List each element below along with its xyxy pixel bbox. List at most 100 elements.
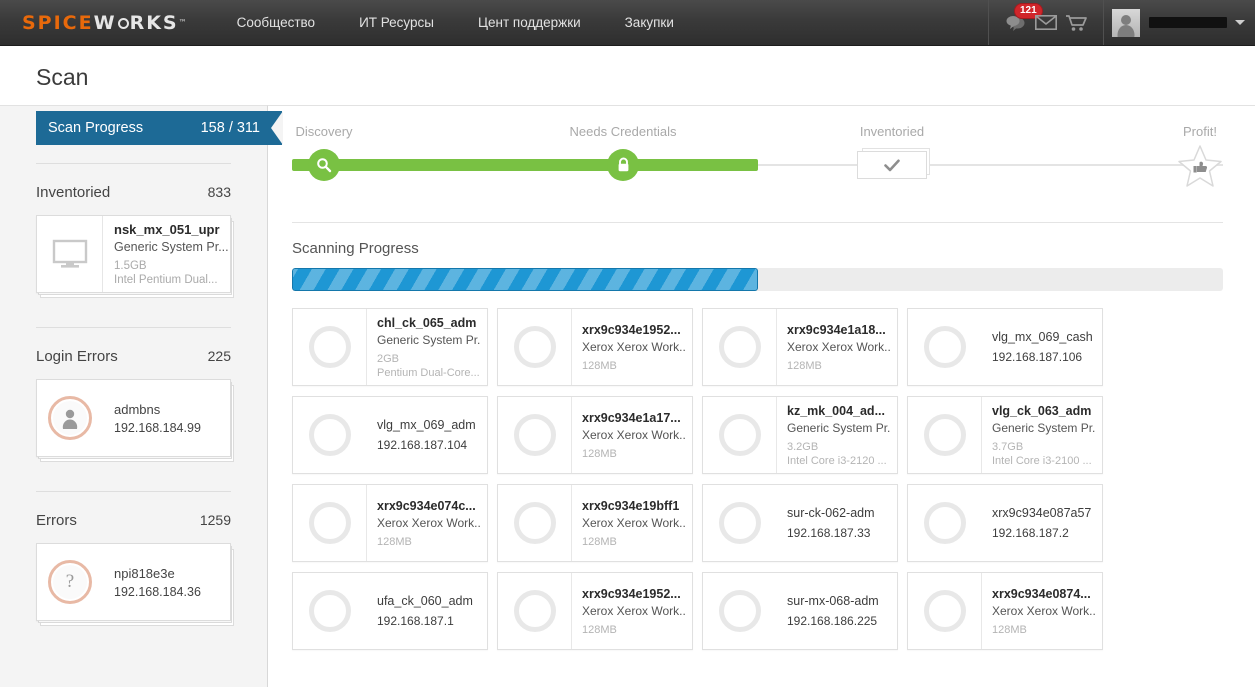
step-node-inventoried[interactable] [857,142,930,179]
avatar [1112,8,1140,37]
top-navigation-bar: SPICE W RKS ™ Сообщество ИТ Ресурсы Цент по… [0,0,1255,46]
device-name: ufa_ck_060_adm [377,594,473,609]
section-count-login-errors: 225 [207,348,231,364]
device-card[interactable]: xrx9c934e087a57 192.168.187.2 [907,484,1103,562]
login-errors-device-stack[interactable]: admbns 192.168.184.99 [36,379,234,462]
device-thumbnail [703,309,777,385]
nav-item-purchasing[interactable]: Закупки [603,0,696,45]
inventoried-card-info: nsk_mx_051_upr Generic System Pr... 1.5G… [103,222,229,286]
cart-icon[interactable] [1061,0,1091,45]
step-node-discovery[interactable] [308,142,340,181]
device-name: nsk_mx_051_upr [114,222,220,237]
device-card[interactable]: sur-mx-068-adm 192.168.186.225 [702,572,898,650]
errors-device-stack[interactable]: ? npi818e3e 192.168.184.36 [36,543,234,626]
error-card-info: npi818e3e 192.168.184.36 [103,566,201,599]
spiceworks-logo[interactable]: SPICE W RKS ™ [22,12,187,34]
chat-icon[interactable]: 121 [1001,0,1043,45]
section-label-inventoried: Inventoried [36,184,111,201]
device-ip: 192.168.187.104 [377,437,468,452]
device-thumbnail [498,309,572,385]
envelope-icon[interactable] [1031,0,1061,45]
device-ip: 192.168.187.33 [787,525,871,540]
nav-item-it-resources[interactable]: ИТ Ресурсы [337,0,456,45]
nav-item-community[interactable]: Сообщество [215,0,337,45]
device-type: Generic System Pr... [114,240,229,254]
nav-item-support-center[interactable]: Цент поддержки [456,0,603,45]
device-ip: 192.168.186.225 [787,613,878,628]
device-card[interactable]: vlg_mx_069_cash 192.168.187.106 [907,308,1103,386]
device-thumbnail [703,485,777,561]
section-label-errors: Errors [36,512,77,529]
question-icon: ? [37,544,103,620]
logo-text-spice: SPICE [22,11,94,34]
device-type: Xerox Xerox Work... [582,339,686,354]
sidebar-item-scan-progress[interactable]: Scan Progress 158 / 311 [36,111,283,145]
monitor-icon [37,216,103,292]
scan-progress-label: Scan Progress [48,120,144,136]
device-placeholder-icon [719,502,761,544]
section-count-errors: 1259 [199,512,231,528]
device-type: Generic System Pr... [377,332,481,347]
device-card[interactable]: xrx9c934e19bff1 Xerox Xerox Work... 128MB [497,484,693,562]
device-card[interactable]: xrx9c934e1952... Xerox Xerox Work... 128MB [497,572,693,650]
device-placeholder-icon [923,414,966,456]
device-memory: 128MB [787,359,822,372]
device-info: sur-ck-062-adm 192.168.187.33 [777,506,897,540]
header-right-cluster: 121 [988,0,1255,45]
username-label [1149,17,1227,28]
sidebar-section-login-errors: Login Errors 225 admbns 192.168.184.99 [0,328,267,462]
device-card[interactable]: vlg_mx_069_adm 192.168.187.104 [292,396,488,474]
logo-text-rks: RKS [129,11,179,34]
device-card[interactable]: xrx9c934e1952... Xerox Xerox Work... 128MB [497,308,693,386]
device-placeholder-icon [513,590,556,632]
chevron-down-icon [1235,20,1245,25]
device-info: sur-mx-068-adm 192.168.186.225 [777,594,897,628]
sidebar-section-header[interactable]: Inventoried 833 [36,164,231,201]
step-node-profit[interactable] [1176,142,1224,193]
device-name: xrx9c934e1952... [582,322,681,337]
device-name: xrx9c934e087a57 [992,506,1092,521]
device-info: kz_mk_004_ad... Generic System Pr... 3.2GB… [777,404,897,467]
device-card[interactable]: ufa_ck_060_adm 192.168.187.1 [292,572,488,650]
device-thumbnail [293,573,367,649]
scanning-progress-bar [292,268,1223,291]
sidebar-section-header[interactable]: Login Errors 225 [36,328,231,365]
device-thumbnail [908,573,982,649]
step-node-needs-credentials[interactable] [607,142,639,181]
device-placeholder-icon [309,590,351,632]
inventoried-device-stack[interactable]: nsk_mx_051_upr Generic System Pr... 1.5G… [36,215,234,298]
logo-ring-icon [117,18,129,29]
device-card[interactable]: kz_mk_004_ad... Generic System Pr... 3.2GB… [702,396,898,474]
device-card[interactable]: xrx9c934e1a18... Xerox Xerox Work... 128MB [702,308,898,386]
device-ip: 192.168.187.2 [992,525,1069,540]
device-type: Xerox Xerox Work... [582,427,686,442]
avatar-ring [48,396,92,440]
device-placeholder-icon [924,326,966,368]
device-name: xrx9c934e1a18... [787,322,886,337]
device-card[interactable]: xrx9c934e0874... Xerox Xerox Work... 128MB [907,572,1103,650]
device-name: xrx9c934e0874... [992,586,1091,601]
device-card[interactable]: sur-ck-062-adm 192.168.187.33 [702,484,898,562]
logo-text-w: W [93,11,117,34]
device-placeholder-icon [309,414,351,456]
device-card[interactable]: vlg_ck_063_adm Generic System Pr... 3.7GB I… [907,396,1103,474]
device-card[interactable]: chl_ck_065_adm Generic System Pr... 2GB Pen… [292,308,488,386]
device-memory: 1.5GB [114,260,147,272]
device-name: vlg_mx_069_adm [377,418,476,433]
lock-icon [607,149,639,181]
device-card[interactable]: xrx9c934e1a17... Xerox Xerox Work... 128MB [497,396,693,474]
user-menu[interactable] [1104,0,1255,45]
device-cpu: Intel Pentium Dual... [114,274,218,286]
device-card[interactable]: xrx9c934e074c... Xerox Xerox Work... 128MB [292,484,488,562]
section-label-login-errors: Login Errors [36,348,118,365]
question-mark-glyph: ? [65,571,75,592]
device-name: vlg_ck_063_adm [992,403,1092,418]
device-thumbnail [908,397,982,473]
device-thumbnail [498,397,572,473]
device-name: admbns [114,401,161,417]
device-cpu: Intel Core i3-2100 ... [992,454,1092,467]
device-name: vlg_mx_069_cash [992,330,1093,345]
sidebar-section-header[interactable]: Errors 1259 [36,492,231,529]
device-placeholder-icon [924,502,966,544]
device-thumbnail [498,485,572,561]
